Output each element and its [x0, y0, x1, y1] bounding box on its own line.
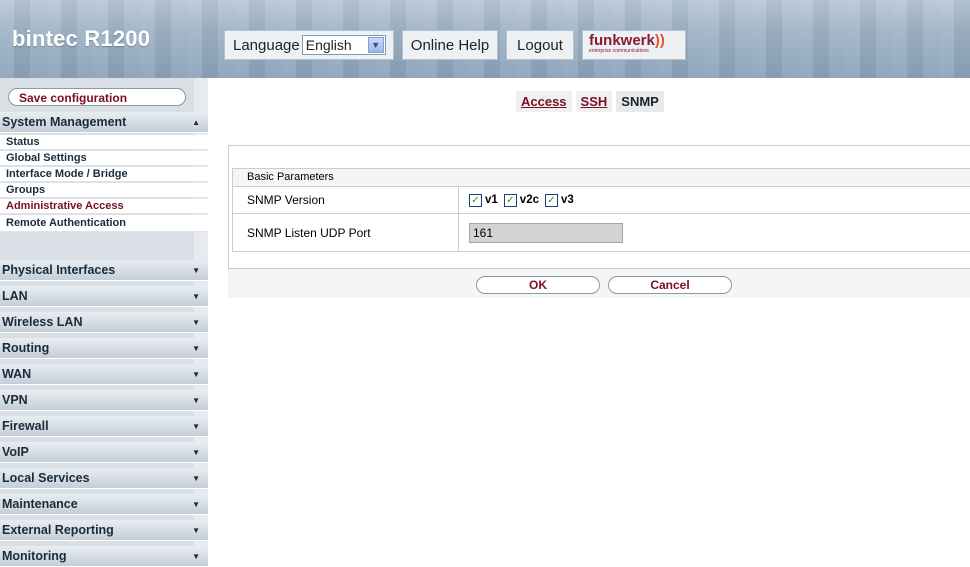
chevron-down-icon: ▼ [192, 266, 200, 275]
chevron-down-icon: ▼ [192, 422, 200, 431]
sidebar-section-label: System Management [2, 115, 127, 129]
sidebar-section-wan[interactable]: WAN ▼ [0, 364, 208, 385]
sidebar-section-label: Firewall [2, 419, 49, 433]
brand-name: funkwerk)) [589, 32, 665, 49]
sidebar-section-label: Local Services [2, 471, 90, 485]
sidebar-item-status[interactable]: Status [0, 135, 208, 150]
sidebar-item-remote-authentication[interactable]: Remote Authentication [0, 215, 208, 232]
chevron-down-icon: ▼ [192, 500, 200, 509]
sidebar-section-external-reporting[interactable]: External Reporting ▼ [0, 520, 208, 541]
online-help-link[interactable]: Online Help [402, 30, 498, 60]
sidebar-section-maintenance[interactable]: Maintenance ▼ [0, 494, 208, 515]
snmp-port-label: SNMP Listen UDP Port [233, 214, 459, 251]
chevron-up-icon: ▲ [192, 118, 200, 127]
sidebar-section-label: VPN [2, 393, 28, 407]
chevron-down-icon: ▼ [192, 474, 200, 483]
language-value: English [305, 37, 352, 53]
sidebar-item-global-settings[interactable]: Global Settings [0, 151, 208, 166]
sidebar-section-label: External Reporting [2, 523, 114, 537]
ok-button[interactable]: OK [476, 276, 600, 294]
snmp-version-options: ✓ v1 ✓ v2c ✓ v3 [459, 193, 578, 207]
sidebar-section-firewall[interactable]: Firewall ▼ [0, 416, 208, 437]
chevron-down-icon: ▼ [192, 552, 200, 561]
sidebar-item-interface-mode[interactable]: Interface Mode / Bridge [0, 167, 208, 182]
logout-link[interactable]: Logout [506, 30, 574, 60]
snmp-version-row: SNMP Version ✓ v1 ✓ v2c ✓ v3 [232, 187, 970, 214]
checkbox-v3-label: v3 [560, 194, 574, 206]
tab-access[interactable]: Access [516, 91, 572, 112]
sidebar-section-system-management[interactable]: System Management ▲ [0, 112, 208, 133]
sidebar-section-local-services[interactable]: Local Services ▼ [0, 468, 208, 489]
chevron-down-icon: ▼ [192, 526, 200, 535]
sidebar-section-label: VoIP [2, 445, 29, 459]
brand-logo: funkwerk)) enterprise communications [582, 30, 686, 60]
sidebar-section-label: Monitoring [2, 549, 67, 563]
sidebar-section-monitoring[interactable]: Monitoring ▼ [0, 546, 208, 567]
sidebar-section-lan[interactable]: LAN ▼ [0, 286, 208, 307]
tab-snmp[interactable]: SNMP [616, 91, 664, 112]
app-title: bintec R1200 [12, 26, 151, 51]
language-label: Language [233, 36, 300, 54]
tab-bar: Access SSH SNMP [516, 91, 664, 112]
sidebar-section-label: Maintenance [2, 497, 78, 511]
snmp-port-input[interactable]: 161 [469, 222, 623, 243]
checkbox-v3[interactable]: ✓ [544, 193, 558, 207]
checkbox-v2c-label: v2c [519, 194, 539, 206]
sidebar-section-label: Routing [2, 341, 50, 355]
brand-tagline: enterprise communications [589, 48, 649, 54]
checkbox-v2c[interactable]: ✓ [503, 193, 517, 207]
cancel-button[interactable]: Cancel [608, 276, 732, 294]
sidebar-section-physical-interfaces[interactable]: Physical Interfaces ▼ [0, 260, 208, 281]
sidebar-section-label: LAN [2, 289, 28, 303]
sidebar-section-wireless-lan[interactable]: Wireless LAN ▼ [0, 312, 208, 333]
chevron-down-icon: ▼ [192, 448, 200, 457]
chevron-down-icon: ▼ [192, 370, 200, 379]
checkbox-v1-label: v1 [485, 194, 498, 206]
sidebar-section-label: WAN [2, 367, 32, 381]
sidebar-section-voip[interactable]: VoIP ▼ [0, 442, 208, 463]
chevron-down-icon: ▼ [192, 292, 200, 301]
section-title: Basic Parameters [232, 168, 970, 187]
chevron-down-icon: ▼ [192, 396, 200, 405]
sidebar-section-routing[interactable]: Routing ▼ [0, 338, 208, 359]
save-configuration-button[interactable]: Save configuration [8, 88, 186, 106]
snmp-version-label: SNMP Version [233, 187, 459, 213]
sidebar-item-groups[interactable]: Groups [0, 183, 208, 198]
sidebar-section-vpn[interactable]: VPN ▼ [0, 390, 208, 411]
sidebar: Save configuration System Management ▲ S… [0, 78, 208, 567]
tab-ssh[interactable]: SSH [575, 91, 613, 112]
sidebar-section-label: Physical Interfaces [2, 263, 116, 277]
wave-icon: )) [654, 32, 665, 49]
sidebar-section-label: Wireless LAN [2, 315, 83, 329]
language-control: Language English ▼ [224, 30, 394, 60]
chevron-down-icon: ▼ [192, 344, 200, 353]
sidebar-item-administrative-access[interactable]: Administrative Access [0, 199, 208, 214]
snmp-port-row: SNMP Listen UDP Port 161 [232, 214, 970, 252]
snmp-port-value-cell: 161 [459, 222, 623, 243]
language-select[interactable]: English ▼ [301, 35, 386, 55]
app-header: bintec R1200 Language English ▼ Online H… [0, 0, 970, 78]
chevron-down-icon: ▼ [192, 318, 200, 327]
checkbox-v1[interactable]: ✓ [469, 193, 482, 207]
chevron-down-icon[interactable]: ▼ [367, 37, 384, 53]
